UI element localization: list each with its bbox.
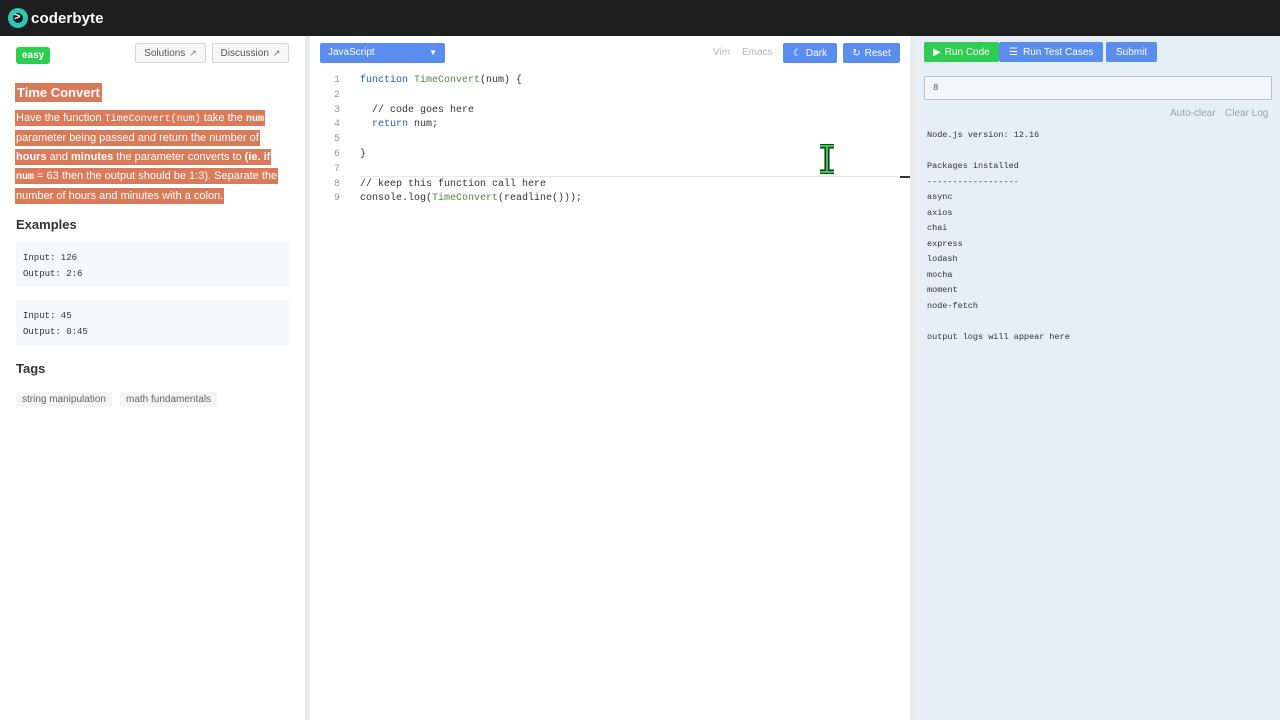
- console-line: lodash: [927, 254, 958, 264]
- console-line: mocha: [927, 269, 953, 280]
- example-output: Output: 0:45: [23, 327, 88, 337]
- run-code-label: Run Code: [944, 46, 990, 58]
- console-line: ------------------: [927, 176, 1019, 187]
- play-icon: ▶: [933, 46, 941, 58]
- code-line: 5: [333, 134, 340, 146]
- examples-heading: Examples: [16, 217, 77, 232]
- code-area[interactable]: 1 function TimeConvert(num) { 2 3 // code…: [310, 74, 900, 207]
- example-output: Output: 2:6: [23, 269, 83, 279]
- run-test-cases-button[interactable]: ☰ Run Test Cases: [999, 42, 1104, 62]
- external-link-icon: ↗: [272, 47, 281, 58]
- logo[interactable]: > coderbyte: [8, 8, 104, 28]
- console-line: axios: [927, 207, 953, 218]
- top-bar: > coderbyte: [0, 0, 1280, 36]
- code-editor-panel: JavaScript ▼ Vim Emacs ☾ Dark ↻ Reset 1f…: [310, 36, 910, 720]
- console-line: chai: [927, 223, 948, 233]
- difficulty-badge: easy: [16, 47, 51, 64]
- code-line: 8// keep this function call here: [333, 178, 547, 190]
- example-box: Input: 45 Output: 0:45: [16, 300, 289, 345]
- run-code-button[interactable]: ▶ Run Code: [924, 42, 999, 62]
- language-select[interactable]: JavaScript ▼: [320, 43, 445, 63]
- emacs-mode-link[interactable]: Emacs: [742, 47, 773, 58]
- tags-heading: Tags: [16, 361, 46, 376]
- brand-name: coderbyte: [31, 9, 104, 27]
- active-line-marker: [360, 176, 910, 177]
- tag-math-fundamentals[interactable]: math fundamentals: [120, 392, 218, 407]
- moon-icon: ☾: [792, 47, 802, 59]
- code-line: 3 // code goes here: [333, 104, 475, 116]
- code-line: 4 return num;: [333, 119, 439, 131]
- example-input: Input: 45: [23, 311, 72, 321]
- code-line: 1 function TimeConvert(num) {: [333, 75, 523, 86]
- console-line: async: [927, 192, 953, 202]
- dark-label: Dark: [805, 47, 828, 59]
- code-line: 9 console.log(TimeConvert(readline()));: [333, 193, 583, 205]
- dropdown-caret-icon: ▼: [429, 48, 437, 57]
- code-line: 2: [333, 89, 340, 101]
- code-line: 6}: [333, 148, 367, 160]
- stdin-input[interactable]: 8: [924, 76, 1272, 100]
- solutions-label: Solutions: [144, 47, 186, 59]
- clear-log-button[interactable]: Clear Log: [1225, 108, 1268, 119]
- console-line: moment: [927, 285, 958, 295]
- tag-string-manipulation[interactable]: string manipulation: [16, 392, 112, 407]
- external-link-icon: ↗: [189, 47, 197, 58]
- runner-panel: ▶ Run Code ☰ Run Test Cases Submit 8 Aut…: [915, 36, 1280, 720]
- problem-panel: easy Solutions ↗ Discussion ↗ Time Conve…: [0, 36, 305, 720]
- console-line: Packages installed: [927, 161, 1019, 171]
- console-line: express: [927, 238, 963, 249]
- console-output: Node.js version: 12.16 Packages installe…: [927, 128, 1070, 345]
- solutions-button[interactable]: Solutions ↗: [135, 43, 206, 63]
- vim-mode-link[interactable]: Vim: [713, 47, 730, 58]
- reset-label: Reset: [864, 47, 891, 59]
- submit-button[interactable]: Submit: [1106, 42, 1158, 62]
- run-tests-label: Run Test Cases: [1022, 46, 1094, 58]
- console-line: node-fetch: [927, 300, 979, 311]
- language-value: JavaScript: [328, 47, 375, 58]
- console-line: output logs will appear here: [927, 331, 1070, 342]
- reset-icon: ↻: [852, 47, 861, 59]
- scroll-marker: [900, 176, 910, 178]
- submit-label: Submit: [1116, 46, 1148, 58]
- reset-button[interactable]: ↻ Reset: [843, 43, 900, 63]
- problem-description: Have the function TimeConvert(num) take …: [15, 110, 279, 204]
- discussion-button[interactable]: Discussion ↗: [212, 43, 289, 63]
- auto-clear-toggle[interactable]: Auto-clear: [1170, 108, 1216, 119]
- example-box: Input: 126 Output: 2:6: [16, 242, 289, 287]
- text-cursor-icon: [820, 144, 834, 174]
- example-input: Input: 126: [23, 253, 78, 263]
- discussion-label: Discussion: [220, 47, 269, 59]
- test-list-icon: ☰: [1009, 46, 1018, 58]
- coderbyte-logo-icon: >: [8, 8, 28, 28]
- problem-title: Time Convert: [15, 83, 102, 102]
- dark-theme-button[interactable]: ☾ Dark: [783, 43, 837, 63]
- console-line: Node.js version: 12.16: [927, 130, 1040, 140]
